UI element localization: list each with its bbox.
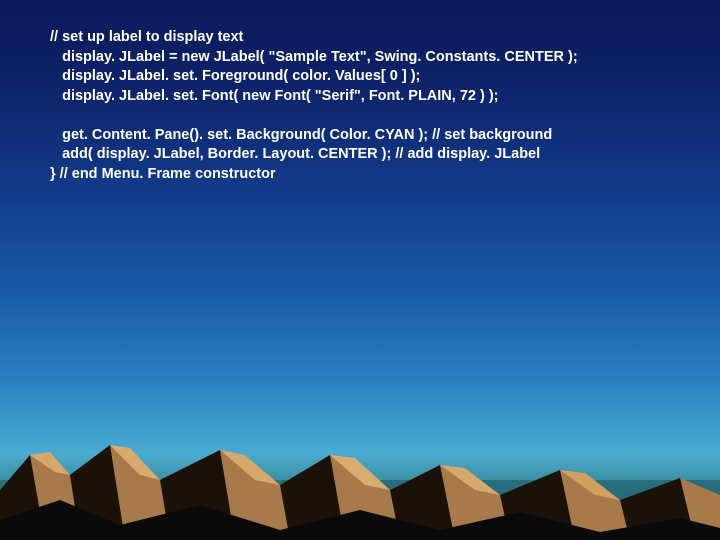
code-line: display. JLabel. set. Foreground( color.… (50, 68, 420, 84)
code-line: display. JLabel. set. Font( new Font( "S… (50, 88, 499, 104)
code-line: } // end Menu. Frame constructor (50, 166, 276, 182)
code-line: add( display. JLabel, Border. Layout. CE… (50, 146, 540, 162)
code-line: // set up label to display text (50, 29, 243, 45)
background-mountains (0, 400, 720, 540)
code-line: display. JLabel = new JLabel( "Sample Te… (50, 49, 578, 65)
code-line: get. Content. Pane(). set. Background( C… (50, 127, 552, 143)
code-text: // set up label to display text display.… (50, 28, 578, 185)
